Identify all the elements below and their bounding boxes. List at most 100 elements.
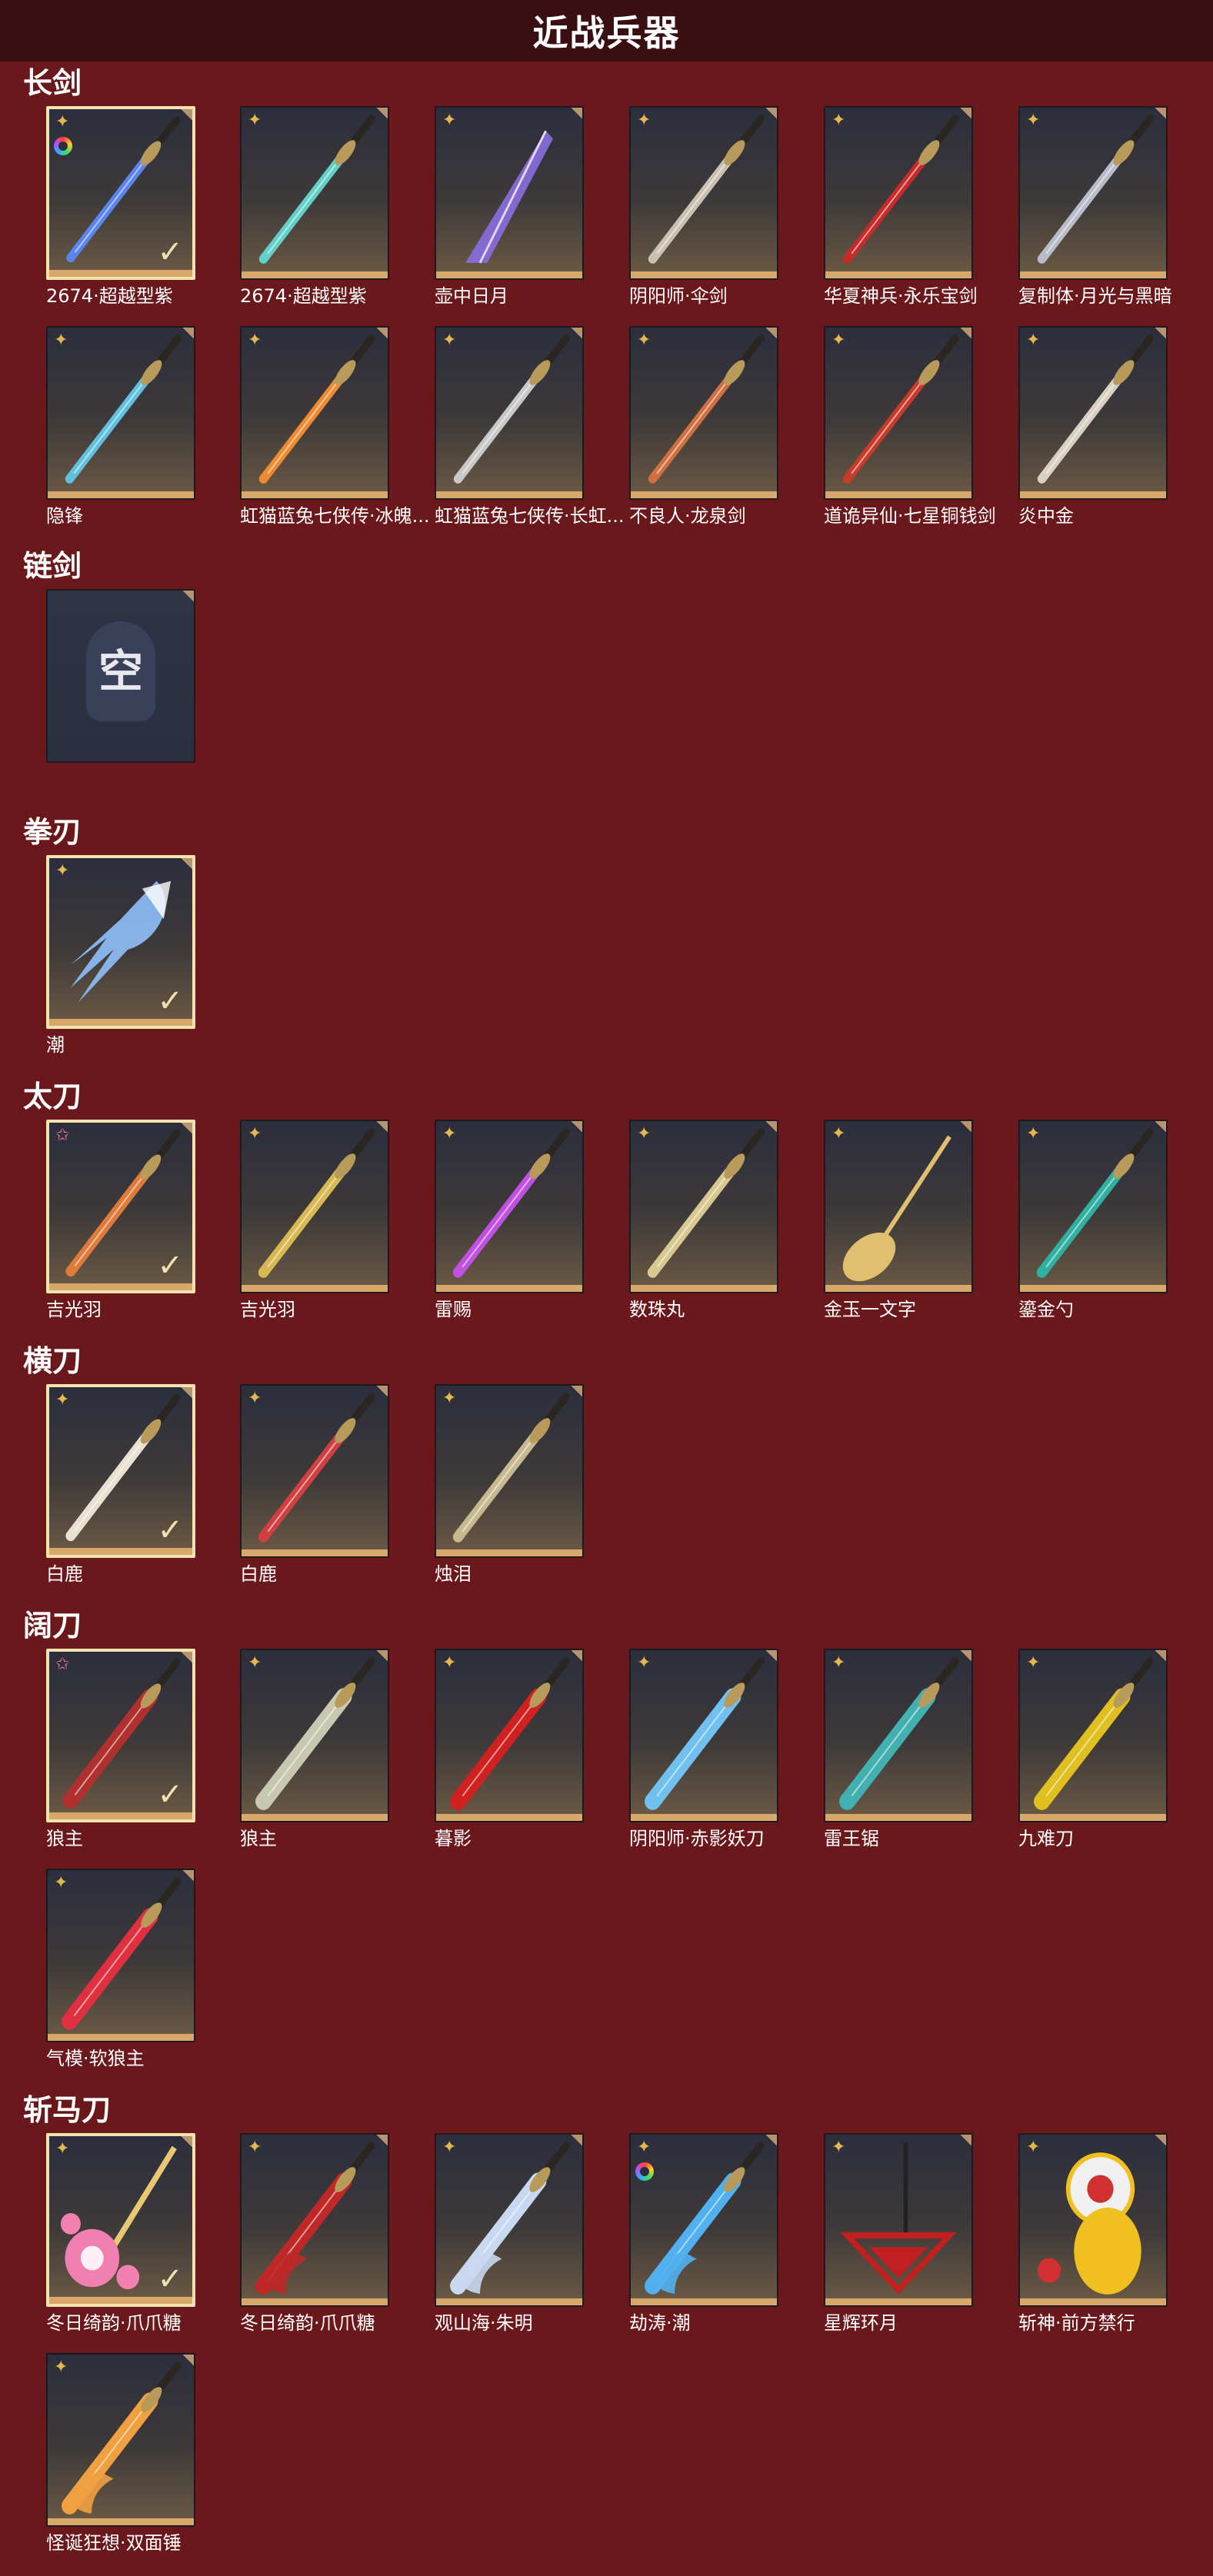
checkmark-icon: ✓	[157, 1248, 183, 1283]
weapon-item[interactable]: ✩ ✓ 狼主	[46, 1649, 195, 1872]
checkmark-icon: ✓	[157, 1777, 183, 1812]
weapon-item[interactable]: ✦ 吉光羽	[240, 1120, 389, 1343]
weapon-card[interactable]: ✦	[629, 1649, 778, 1822]
weapon-card[interactable]: ✦	[240, 1384, 389, 1558]
weapon-card[interactable]: ✦ ✓	[46, 855, 195, 1029]
weapon-item[interactable]: ✦ 鎏金勺	[1018, 1120, 1168, 1343]
weapon-card[interactable]: ✦	[46, 1869, 195, 2042]
weapon-item[interactable]: ✦ 斩神·前方禁行	[1018, 2133, 1168, 2356]
rainbow-ring-icon	[54, 137, 72, 155]
weapon-card[interactable]: ✦	[46, 2353, 195, 2527]
weapon-card[interactable]: ✦ ✓	[46, 1384, 195, 1558]
category-title: 阔刀	[23, 1609, 82, 1642]
weapon-item[interactable]: ✩ ✓ 吉光羽	[46, 1120, 195, 1343]
weapon-name: 劫涛·潮	[629, 2312, 691, 2334]
weapon-item[interactable]: ✦ 雷赐	[435, 1120, 584, 1343]
weapon-card[interactable]: ✩ ✓	[46, 1120, 195, 1293]
weapon-card[interactable]: ✦	[629, 2133, 778, 2307]
weapon-card[interactable]: ✦	[240, 106, 389, 280]
weapon-item[interactable]: ✦ 华夏神兵·永乐宝剑	[824, 106, 978, 329]
weapon-card[interactable]: ✦	[435, 106, 584, 280]
weapon-item[interactable]: ✦ 怪诞狂想·双面锤	[46, 2353, 195, 2576]
weapon-card[interactable]: ✦	[435, 1120, 584, 1293]
weapon-card[interactable]: ✦	[435, 2133, 584, 2307]
corner-fold-icon	[375, 1121, 388, 1133]
weapon-item[interactable]: ✦ 冬日绮韵·爪爪糖	[240, 2133, 389, 2356]
weapon-card[interactable]: ✦	[435, 1384, 584, 1558]
weapon-card[interactable]: ✦	[824, 326, 973, 500]
weapon-item[interactable]: ✦ 九难刀	[1018, 1649, 1168, 1872]
weapon-item[interactable]: ✦ 道诡异仙·七星铜钱剑	[824, 326, 996, 549]
weapon-image	[842, 334, 959, 484]
weapon-item[interactable]: ✦ 观山海·朱明	[435, 2133, 584, 2356]
weapon-card[interactable]: ✦	[1018, 2133, 1168, 2307]
weapon-card[interactable]: ✦	[240, 1649, 389, 1822]
weapon-image	[452, 1128, 570, 1278]
weapon-item[interactable]: ✦ 金玉一文字	[824, 1120, 973, 1343]
weapon-name: 道诡异仙·七星铜钱剑	[824, 505, 996, 527]
weapon-name: 壶中日月	[435, 285, 508, 307]
weapon-item[interactable]: ✦ ✓ 2674·超越型紫	[46, 106, 195, 329]
weapon-item[interactable]: ✦ 劫涛·潮	[629, 2133, 778, 2356]
rarity-bar	[631, 271, 777, 278]
weapon-item[interactable]: ✦ 白鹿	[240, 1384, 389, 1607]
sparkle-icon: ✦	[1026, 111, 1041, 130]
rarity-bar	[1020, 2298, 1166, 2305]
weapon-card[interactable]: ✦	[824, 1649, 973, 1822]
weapon-card[interactable]: ✦	[1018, 326, 1168, 500]
weapon-item[interactable]: ✦ 壶中日月	[435, 106, 584, 329]
weapon-card[interactable]: 空	[46, 589, 195, 763]
weapon-item[interactable]: ✦ 雷王锯	[824, 1649, 973, 1872]
weapon-card[interactable]: ✦	[240, 326, 389, 500]
weapon-item[interactable]: ✦ 狼主	[240, 1649, 389, 1872]
weapon-card[interactable]: ✦	[240, 1120, 389, 1293]
weapon-item[interactable]: ✦ 2674·超越型紫	[240, 106, 389, 329]
weapon-item[interactable]: ✦ 数珠丸	[629, 1120, 778, 1343]
weapon-card[interactable]: ✦	[46, 326, 195, 500]
weapon-card[interactable]: ✦	[435, 326, 584, 500]
weapon-item[interactable]: ✦ 炎中金	[1018, 326, 1168, 549]
weapon-image	[648, 115, 765, 264]
weapon-item[interactable]: ✦ 暮影	[435, 1649, 584, 1872]
weapon-card[interactable]: ✦	[240, 2133, 389, 2307]
weapon-card[interactable]: ✦	[824, 2133, 973, 2307]
weapon-item[interactable]: ✦ 气模·软狼主	[46, 1869, 195, 2092]
weapon-item[interactable]: ✦ 虹猫蓝兔七侠传·长虹...	[435, 326, 625, 549]
weapon-item[interactable]: ✦ ✓ 潮	[46, 855, 195, 1078]
sparkle-icon: ✦	[1026, 1124, 1041, 1143]
weapon-card[interactable]: ✦	[435, 1649, 584, 1822]
weapon-image	[255, 1657, 375, 1810]
weapon-item[interactable]: ✦ 复制体·月光与黑暗	[1018, 106, 1172, 329]
weapon-card[interactable]: ✦	[1018, 106, 1168, 280]
corner-fold-icon	[375, 1650, 388, 1662]
corner-fold-icon	[182, 328, 194, 340]
weapon-item[interactable]: ✦ 阴阳师·伞剑	[629, 106, 778, 329]
weapon-name: 阴阳师·伞剑	[629, 285, 728, 307]
weapon-item[interactable]: ✦ 隐锋	[46, 326, 195, 549]
corner-fold-icon	[570, 1121, 582, 1133]
weapon-item[interactable]: ✦ 星辉环月	[824, 2133, 973, 2356]
weapon-name: 虹猫蓝兔七侠传·冰魄...	[240, 505, 430, 527]
weapon-card[interactable]: ✦	[1018, 1649, 1168, 1822]
weapon-card[interactable]: ✦	[629, 1120, 778, 1293]
weapon-card[interactable]: ✦	[1018, 1120, 1168, 1293]
weapon-card[interactable]: ✩ ✓	[46, 1649, 195, 1822]
weapon-card[interactable]: ✦ ✓	[46, 2133, 195, 2307]
corner-fold-icon	[765, 328, 777, 340]
empty-weapon-slot[interactable]: 空	[46, 589, 195, 812]
weapon-item[interactable]: ✦ 不良人·龙泉剑	[629, 326, 778, 549]
weapon-card[interactable]: ✦	[629, 326, 778, 500]
weapon-card[interactable]: ✦	[824, 1120, 973, 1293]
weapon-item[interactable]: ✦ 烛泪	[435, 1384, 584, 1607]
weapon-card[interactable]: ✦	[629, 106, 778, 280]
weapon-card[interactable]: ✦ ✓	[46, 106, 195, 280]
sparkle-icon: ✦	[55, 861, 70, 880]
weapon-card[interactable]: ✦	[824, 106, 973, 280]
weapon-item[interactable]: ✦ ✓ 冬日绮韵·爪爪糖	[46, 2133, 195, 2356]
weapon-name: 雷赐	[435, 1299, 472, 1320]
weapon-item[interactable]: ✦ 虹猫蓝兔七侠传·冰魄...	[240, 326, 430, 549]
weapon-item[interactable]: ✦ 阴阳师·赤影妖刀	[629, 1649, 778, 1872]
weapon-item[interactable]: ✦ ✓ 白鹿	[46, 1384, 195, 1607]
weapon-image	[842, 1135, 951, 1282]
weapon-image	[648, 334, 765, 484]
